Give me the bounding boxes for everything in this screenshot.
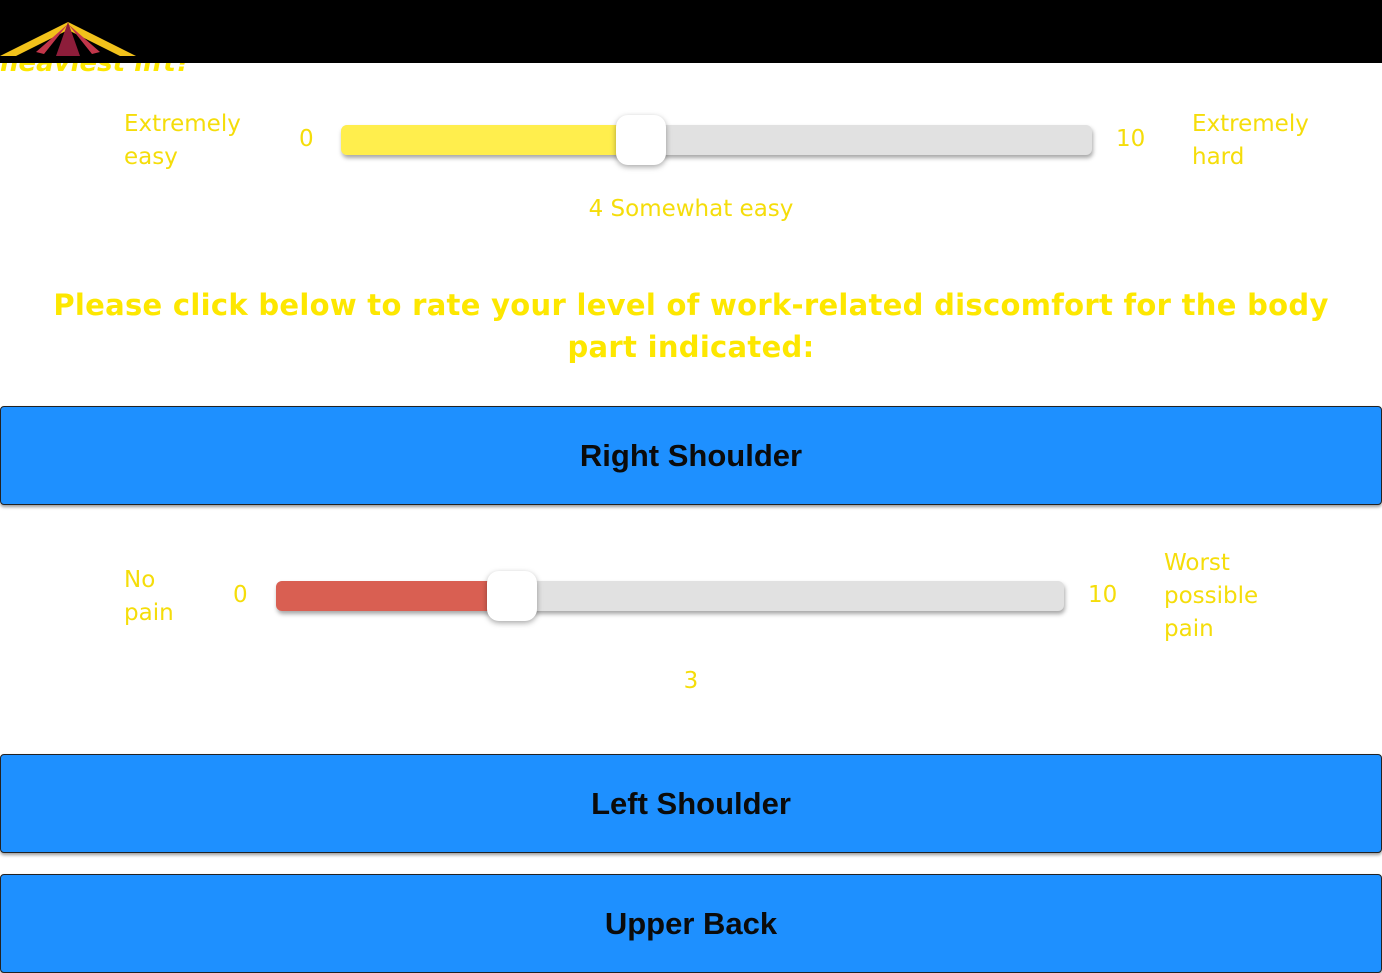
effort-slider-thumb[interactable] — [616, 115, 667, 165]
effort-value-text: 4 Somewhat easy — [588, 196, 794, 222]
pain-max-label: Worst possible pain — [1164, 550, 1259, 642]
discomfort-instruction: Please click below to rate your level of… — [53, 288, 1329, 364]
right-shoulder-button[interactable]: Right Shoulder — [0, 406, 1382, 505]
left-shoulder-label: Left Shoulder — [591, 785, 791, 821]
left-shoulder-button[interactable]: Left Shoulder — [0, 754, 1382, 853]
pain-slider-fill — [276, 581, 513, 611]
effort-min-value: 0 — [299, 126, 314, 152]
pain-min-label: No pain — [124, 567, 174, 626]
upper-back-label: Upper Back — [604, 905, 778, 941]
pain-min-value: 0 — [233, 582, 248, 608]
pain-max-value: 10 — [1088, 582, 1118, 608]
pain-slider-thumb[interactable] — [487, 571, 538, 621]
effort-slider[interactable] — [341, 115, 1092, 165]
app-header — [0, 0, 1382, 63]
tent-roof-logo-icon — [0, 22, 136, 56]
right-shoulder-label: Right Shoulder — [579, 437, 803, 473]
effort-max-value: 10 — [1116, 126, 1146, 152]
pain-value-text: 3 — [683, 668, 699, 694]
effort-slider-fill — [341, 125, 642, 155]
effort-max-label: Extremely hard — [1192, 111, 1309, 170]
effort-min-label: Extremely easy — [124, 111, 241, 170]
pain-slider[interactable] — [276, 571, 1064, 621]
upper-back-button[interactable]: Upper Back — [0, 874, 1382, 973]
